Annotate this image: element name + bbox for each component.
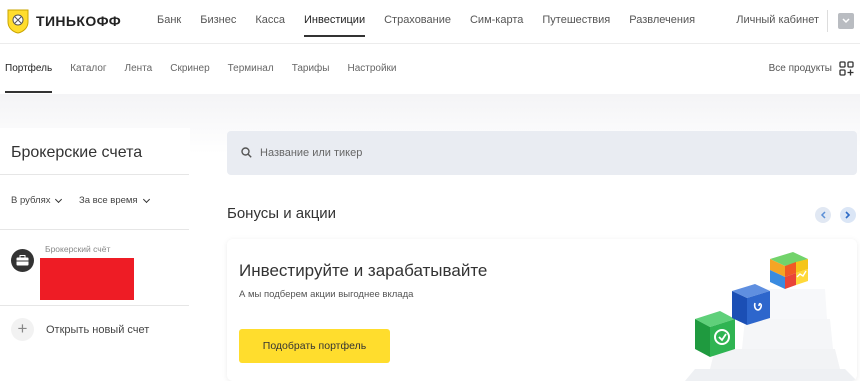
investments-subnav: Портфель Каталог Лента Скринер Терминал … xyxy=(0,44,860,94)
chevron-down-icon xyxy=(142,195,150,203)
divider xyxy=(0,229,189,230)
chevron-right-icon xyxy=(845,211,851,219)
pick-portfolio-button[interactable]: Подобрать портфель xyxy=(239,329,390,363)
top-nav-entertainment[interactable]: Развлечения xyxy=(629,14,695,37)
chevron-down-icon xyxy=(842,18,850,24)
top-navigation-bar: ТИНЬКОФФ Банк Бизнес Касса Инвестиции Ст… xyxy=(0,0,860,44)
redacted-account-value xyxy=(40,258,134,300)
chevron-left-icon xyxy=(820,211,826,219)
period-filter-label: За все время xyxy=(79,195,138,206)
stock-cubes-illustration xyxy=(685,252,857,381)
period-filter[interactable]: За все время xyxy=(79,195,150,206)
top-nav-bank[interactable]: Банк xyxy=(157,14,181,37)
search-input[interactable] xyxy=(260,142,840,164)
top-nav-kassa[interactable]: Касса xyxy=(255,14,285,37)
cabinet-dropdown-button[interactable] xyxy=(838,13,854,29)
account-label[interactable]: Брокерский счёт xyxy=(45,244,110,254)
divider xyxy=(827,10,828,32)
top-nav-sim[interactable]: Сим-карта xyxy=(470,14,523,37)
top-nav-menu: Банк Бизнес Касса Инвестиции Страхование… xyxy=(157,14,714,37)
carousel-prev-button[interactable] xyxy=(815,207,831,223)
plus-icon[interactable]: + xyxy=(11,318,34,341)
top-nav-insurance[interactable]: Страхование xyxy=(384,14,451,37)
personal-cabinet-link[interactable]: Личный кабинет xyxy=(736,14,819,26)
logo[interactable]: ТИНЬКОФФ xyxy=(6,8,121,34)
tab-settings[interactable]: Настройки xyxy=(347,63,396,93)
tab-portfolio[interactable]: Портфель xyxy=(5,63,53,93)
currency-filter-label: В рублях xyxy=(11,195,51,206)
promo-card[interactable]: Инвестируйте и зарабатывайте А мы подбер… xyxy=(227,239,857,381)
promo-title: Инвестируйте и зарабатывайте xyxy=(239,261,488,280)
tab-terminal[interactable]: Терминал xyxy=(228,63,274,93)
top-nav-business[interactable]: Бизнес xyxy=(200,14,236,37)
panel-title: Брокерские счета xyxy=(11,144,143,161)
promo-subtitle: А мы подберем акции выгоднее вклада xyxy=(239,289,414,300)
briefcase-icon xyxy=(11,249,34,272)
divider xyxy=(0,305,189,306)
tab-feed[interactable]: Лента xyxy=(125,63,153,93)
top-nav-travel[interactable]: Путешествия xyxy=(542,14,610,37)
brand-name: ТИНЬКОФФ xyxy=(36,13,122,29)
brand-emblem-icon xyxy=(7,9,29,34)
tab-screener[interactable]: Скринер xyxy=(170,63,209,93)
bonuses-section-title: Бонусы и акции xyxy=(227,205,337,222)
divider xyxy=(0,174,189,175)
search-bar xyxy=(227,131,857,175)
tab-tariffs[interactable]: Тарифы xyxy=(292,63,330,93)
carousel-next-button[interactable] xyxy=(840,207,856,223)
chevron-down-icon xyxy=(55,195,63,203)
search-icon xyxy=(241,147,252,158)
all-products-link[interactable]: Все продукты xyxy=(769,63,832,74)
brokerage-accounts-panel: Брокерские счета В рублях За все время Б… xyxy=(0,128,190,381)
apps-grid-icon[interactable] xyxy=(839,61,854,76)
open-new-account-button[interactable]: Открыть новый счет xyxy=(46,324,149,336)
currency-filter[interactable]: В рублях xyxy=(11,195,63,206)
top-nav-investments[interactable]: Инвестиции xyxy=(304,14,366,37)
tab-catalog[interactable]: Каталог xyxy=(70,63,106,93)
